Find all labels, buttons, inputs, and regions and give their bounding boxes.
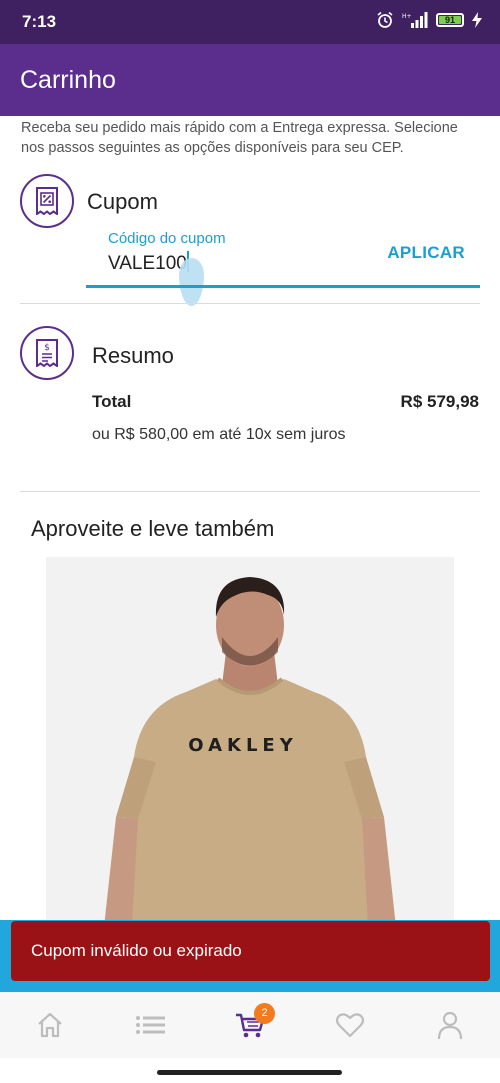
status-icons: H+ 91	[376, 11, 482, 29]
toast-message: Cupom inválido ou expirado	[31, 941, 242, 960]
coupon-title: Cupom	[87, 189, 158, 214]
svg-text:$: $	[44, 343, 50, 353]
apply-coupon-button[interactable]: APLICAR	[387, 243, 465, 263]
installments-text: ou R$ 580,00 em até 10x sem juros	[92, 426, 346, 443]
divider	[20, 491, 480, 492]
home-icon[interactable]	[35, 1010, 65, 1040]
coupon-underline	[86, 285, 480, 288]
home-gesture-pill[interactable]	[157, 1070, 342, 1075]
coupon-receipt-icon	[20, 174, 74, 228]
caret-handle[interactable]	[179, 258, 204, 306]
receipt-icon: $	[20, 326, 74, 380]
recommendations-title: Aproveite e leve também	[31, 516, 275, 541]
coupon-field-value[interactable]: VALE100	[108, 251, 189, 275]
alarm-icon	[377, 11, 393, 28]
page-title: Carrinho	[20, 66, 116, 94]
svg-text:H+: H+	[402, 13, 412, 20]
charging-icon	[472, 12, 482, 28]
signal-icon: H+	[402, 12, 428, 28]
battery-icon: 91	[436, 13, 464, 27]
error-toast: Cupom inválido ou expirado	[0, 920, 500, 992]
product-logo-text: OAKLEY	[188, 735, 298, 756]
heart-icon[interactable]	[335, 1010, 365, 1040]
battery-level: 91	[439, 16, 461, 25]
summary-title: Resumo	[92, 343, 174, 368]
system-nav-bar	[0, 1058, 500, 1083]
app-bar: Carrinho	[0, 44, 500, 116]
status-bar: 7:13 H+ 91	[0, 0, 500, 44]
cart-badge: 2	[254, 1003, 275, 1024]
bottom-nav	[0, 992, 500, 1058]
coupon-field-label: Código do cupom	[108, 230, 226, 247]
user-icon[interactable]	[435, 1010, 465, 1040]
divider	[20, 303, 480, 304]
status-time: 7:13	[22, 12, 57, 31]
list-icon[interactable]	[135, 1010, 165, 1040]
intro-text: Receba seu pedido mais rápido com a Entr…	[21, 120, 458, 156]
total-value: R$ 579,98	[400, 392, 479, 411]
total-label: Total	[92, 392, 132, 411]
product-image[interactable]: OAKLEY	[46, 557, 454, 927]
